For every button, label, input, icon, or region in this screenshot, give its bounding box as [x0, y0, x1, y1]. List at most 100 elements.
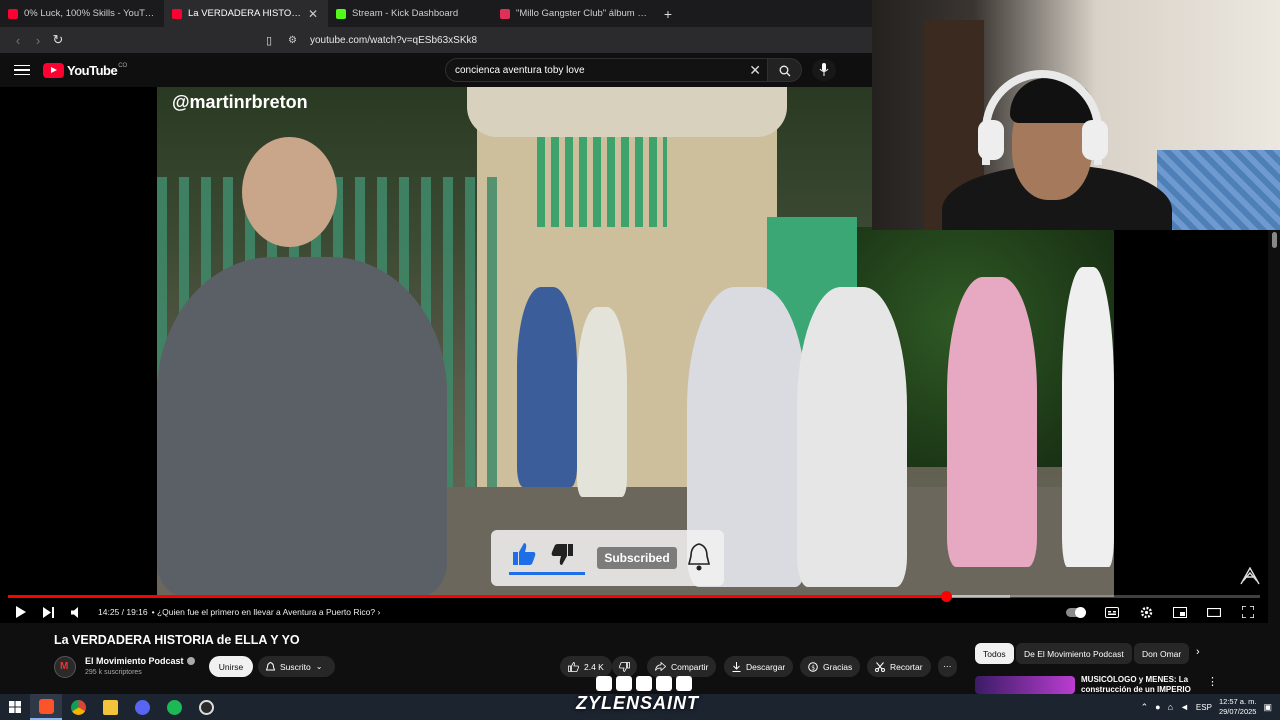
play-button[interactable]	[6, 606, 34, 618]
taskbar-obs[interactable]	[190, 694, 222, 720]
taskbar-spotify[interactable]	[158, 694, 190, 720]
network-icon[interactable]: ⌂	[1168, 702, 1173, 712]
forward-icon[interactable]: ›	[28, 33, 48, 48]
browser-tab-bar: 0% Luck, 100% Skills - YouTube La VERDAD…	[0, 0, 872, 27]
volume-icon	[70, 606, 78, 618]
windows-icon	[9, 701, 21, 713]
stream-social-icons	[596, 676, 692, 691]
clock[interactable]: 12:57 a. m. 29/07/2025	[1219, 697, 1257, 717]
taskbar-brave[interactable]	[30, 694, 62, 720]
subscribed-button[interactable]: Suscrito ⌄	[258, 656, 335, 677]
thanks-button[interactable]: $ Gracias	[800, 656, 861, 677]
back-icon[interactable]: ‹	[8, 33, 28, 48]
menu-icon[interactable]	[14, 64, 30, 76]
subscribed-pill: Subscribed	[597, 547, 677, 569]
next-button[interactable]	[34, 606, 62, 618]
person-head	[242, 137, 337, 247]
microphone-icon[interactable]: ●	[1155, 702, 1160, 712]
file-explorer-icon	[102, 699, 118, 715]
progress-bar[interactable]	[8, 591, 1260, 602]
chip-all[interactable]: Todos	[975, 643, 1014, 664]
player-controls-right	[1066, 601, 1262, 623]
clip-button[interactable]: Recortar	[867, 656, 931, 677]
theater-mode-button[interactable]	[1200, 607, 1228, 617]
join-button[interactable]: Unirse	[209, 656, 253, 677]
clock-date: 29/07/2025	[1218, 707, 1257, 716]
browser-tab[interactable]: "Millo Gangster Club" álbum de Bryan	[492, 0, 656, 27]
scissors-icon	[875, 661, 885, 672]
more-actions-button[interactable]: ⋯	[938, 656, 957, 677]
notifications-icon[interactable]: ▣	[1263, 702, 1272, 713]
theater-icon	[1207, 607, 1221, 617]
tab-title: 0% Luck, 100% Skills - YouTube	[24, 8, 156, 19]
url-field[interactable]: youtube.com/watch?v=qESb63xSKk8	[310, 35, 477, 46]
youtube-play-icon	[43, 62, 64, 78]
search-input[interactable]: concienca aventura toby love ✕	[445, 58, 768, 82]
language-indicator[interactable]: ESP	[1196, 703, 1212, 712]
chevron-right-icon[interactable]: ›	[1196, 646, 1200, 658]
miniplayer-icon	[1173, 606, 1187, 618]
page-scrollbar[interactable]	[1272, 232, 1277, 248]
more-vert-icon[interactable]: ⋮	[1207, 675, 1218, 688]
fullscreen-button[interactable]	[1234, 606, 1262, 618]
voice-search-button[interactable]	[812, 59, 836, 81]
subscribed-label: Suscrito	[280, 661, 311, 672]
volume-icon[interactable]: ◄	[1180, 702, 1189, 712]
fullscreen-icon	[1242, 606, 1254, 618]
browser-tab[interactable]: Stream - Kick Dashboard	[328, 0, 492, 27]
download-icon	[732, 661, 741, 672]
channel-avatar[interactable]	[54, 656, 76, 678]
chip-don-omar[interactable]: Don Omar	[1134, 643, 1190, 664]
like-button[interactable]: 2.4 K	[560, 656, 612, 677]
address-bar: ‹ › ↻ ▯ ⚙ youtube.com/watch?v=qESb63xSKk…	[0, 27, 872, 53]
thumbs-down-icon	[619, 661, 630, 672]
taskbar-file-explorer[interactable]	[94, 694, 126, 720]
download-button[interactable]: Descargar	[724, 656, 794, 677]
verified-badge-icon	[187, 657, 195, 665]
recommendation-thumbnail[interactable]	[975, 676, 1075, 694]
settings-button[interactable]	[1132, 606, 1160, 619]
chevron-up-icon[interactable]: ⌃	[1141, 702, 1149, 713]
subscriber-count: 295 k suscriptores	[85, 669, 142, 676]
brave-icon	[38, 698, 54, 714]
gear-icon	[1140, 606, 1152, 618]
thumbs-up-icon	[513, 543, 536, 565]
new-tab-button[interactable]: +	[656, 6, 680, 22]
person	[797, 287, 907, 587]
video-watermark-handle: @martinrbreton	[172, 92, 308, 112]
clear-search-icon[interactable]: ✕	[749, 62, 761, 79]
bookmark-icon[interactable]: ▯	[266, 34, 282, 47]
search-button[interactable]	[768, 58, 802, 82]
close-tab-icon[interactable]: ✕	[306, 7, 320, 21]
progress-played	[8, 595, 946, 598]
chip-channel[interactable]: De El Movimiento Podcast	[1016, 643, 1132, 664]
browser-tab-active[interactable]: La VERDADERA HISTORIA de ✕	[164, 0, 328, 27]
reload-icon[interactable]: ↻	[48, 32, 68, 48]
mute-button[interactable]	[62, 606, 90, 618]
start-button[interactable]	[0, 701, 30, 713]
captions-icon	[1105, 606, 1119, 618]
site-info-icon[interactable]: ⚙	[288, 35, 306, 46]
thumbs-down-icon	[551, 544, 573, 565]
person	[577, 307, 627, 497]
autoplay-toggle[interactable]	[1066, 606, 1086, 618]
captions-button[interactable]	[1098, 606, 1126, 618]
dislike-button[interactable]	[612, 656, 637, 677]
chapter-title[interactable]: • ¿Quien fue el primero en llevar a Aven…	[152, 607, 381, 617]
region-code: CO	[118, 63, 128, 69]
youtube-logo[interactable]: YouTube CO	[43, 62, 128, 78]
person	[947, 277, 1037, 567]
miniplayer-button[interactable]	[1166, 606, 1194, 618]
chevron-down-icon: ⌄	[315, 662, 323, 671]
share-button[interactable]: Compartir	[647, 656, 717, 677]
browser-tab[interactable]: 0% Luck, 100% Skills - YouTube	[0, 0, 164, 27]
thumbs-up-icon	[568, 661, 579, 672]
recommendation-title[interactable]: MUSICÓLOGO y MENES: La construcción de u…	[1081, 675, 1193, 695]
taskbar-discord[interactable]	[126, 694, 158, 720]
youtube-masthead: YouTube CO concienca aventura toby love …	[0, 53, 872, 87]
more-icon: ⋯	[943, 661, 952, 671]
channel-name[interactable]: El Movimiento Podcast	[85, 656, 184, 666]
share-icon	[655, 662, 666, 671]
search-icon	[779, 65, 791, 77]
taskbar-chrome[interactable]	[62, 694, 94, 720]
